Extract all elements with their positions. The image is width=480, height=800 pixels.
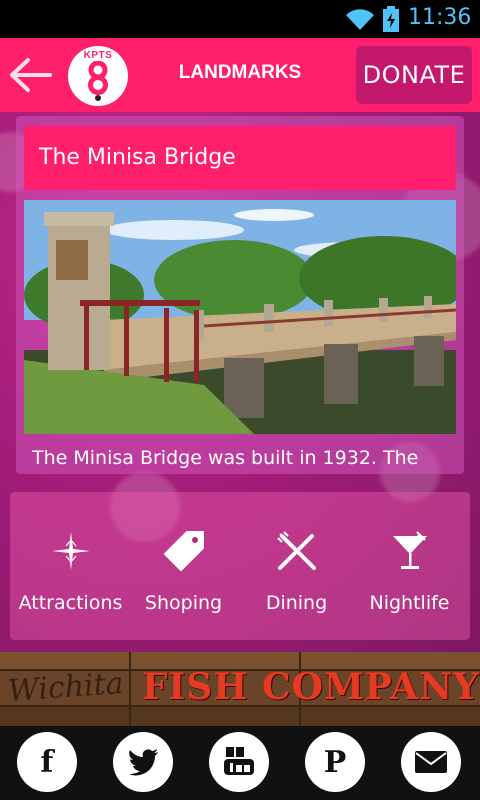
logo-eight-icon: [88, 61, 108, 101]
status-bar: 11:36: [0, 0, 480, 38]
category-dining[interactable]: Dining: [240, 492, 353, 640]
cocktail-icon: [393, 531, 427, 569]
wifi-icon: [346, 9, 374, 31]
page-title: LANDMARKS: [178, 62, 302, 83]
sparkle-icon: [52, 532, 90, 570]
arrow-left-icon: [10, 58, 52, 92]
facebook-button[interactable]: f: [17, 732, 77, 792]
youtube-button[interactable]: [209, 732, 269, 792]
social-bar: f P: [0, 726, 480, 800]
youtube-icon: [224, 747, 254, 775]
category-label: Shoping: [144, 592, 223, 614]
category-bar: Attractions Shoping Dining Nightlife: [10, 492, 470, 640]
logo-text: KPTS: [83, 50, 113, 61]
fork-knife-icon: [277, 531, 316, 570]
twitter-icon: [129, 749, 158, 776]
landmark-description: The Minisa Bridge was built in 1932. The…: [32, 447, 419, 469]
ad-banner[interactable]: Wichita FISH COMPANY: [0, 652, 480, 726]
category-label: Nightlife: [369, 592, 450, 614]
tag-icon: [164, 531, 204, 571]
action-bar: KPTS LANDMARKS DONATE: [0, 38, 480, 112]
category-shoping[interactable]: Shoping: [127, 492, 240, 640]
email-icon: [415, 751, 447, 773]
category-attractions[interactable]: Attractions: [14, 492, 127, 640]
landmark-title: The Minisa Bridge: [24, 126, 456, 190]
landmark-photo: [24, 200, 456, 434]
category-label: Attractions: [18, 592, 123, 614]
donate-button[interactable]: DONATE: [356, 46, 472, 104]
clock: 11:36: [408, 5, 472, 30]
email-button[interactable]: [401, 732, 461, 792]
category-label: Dining: [265, 592, 328, 614]
battery-icon: [383, 6, 399, 32]
pinterest-button[interactable]: P: [305, 732, 365, 792]
ad-brand-name: FISH COMPANY: [142, 666, 480, 708]
kpts-logo[interactable]: KPTS: [68, 46, 128, 106]
category-nightlife[interactable]: Nightlife: [353, 492, 466, 640]
landmark-card[interactable]: The Minisa Bridge The Minisa Bridge was …: [16, 116, 464, 474]
twitter-button[interactable]: [113, 732, 173, 792]
back-button[interactable]: [4, 50, 56, 100]
pinterest-icon: P: [323, 744, 347, 780]
facebook-icon: f: [40, 744, 54, 780]
